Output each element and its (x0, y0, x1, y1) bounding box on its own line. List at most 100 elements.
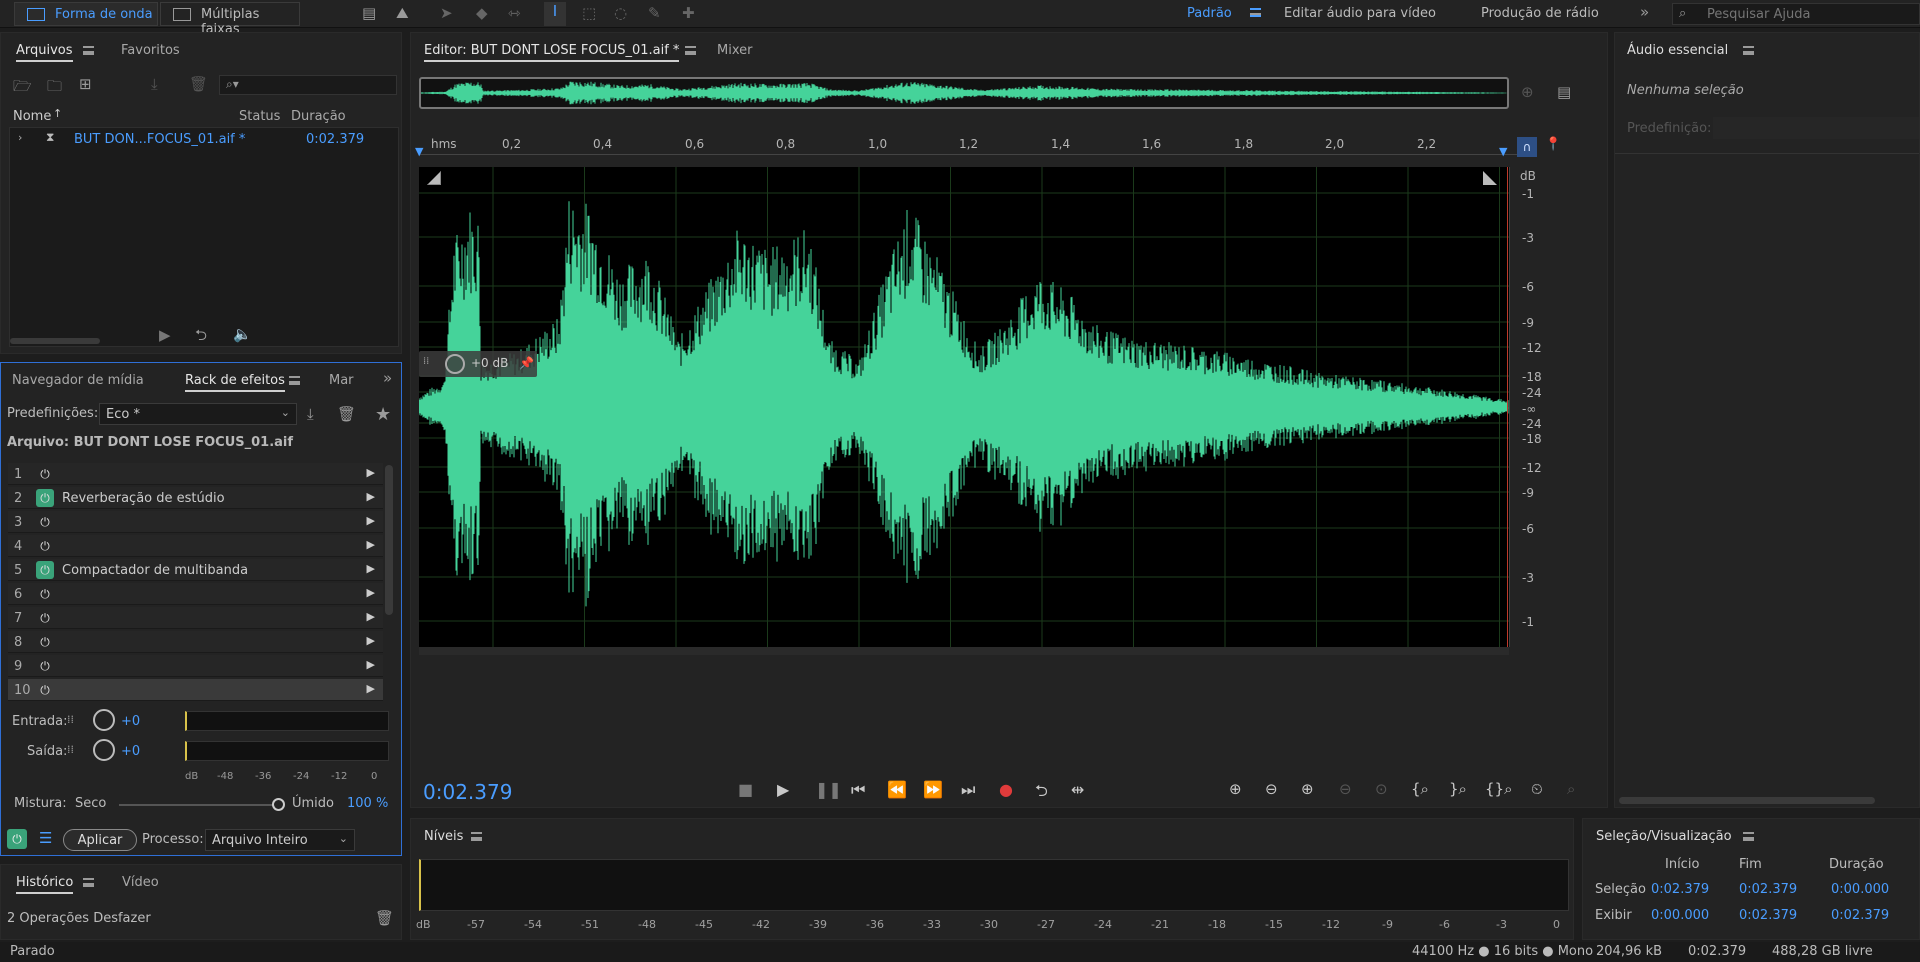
marquee-tool-icon[interactable]: ⬚ (582, 4, 596, 22)
waveform-hscroll[interactable] (419, 647, 1509, 655)
effect-slot[interactable]: 9 ⏻ ▶ (8, 655, 383, 677)
zoom-in-time-icon[interactable]: ⊕ (1301, 780, 1314, 798)
skip-selection-icon[interactable]: ⇹ (1071, 780, 1084, 799)
playhead-start-marker-icon[interactable]: ▼ (415, 145, 423, 158)
tab-effects-rack[interactable]: Rack de efeitos (185, 373, 285, 392)
effect-slot[interactable]: 4 ⏻ ▶ (8, 535, 383, 557)
delete-file-icon[interactable]: 🗑 (189, 75, 208, 93)
zoom-history-icon[interactable]: ⏲ (1531, 780, 1543, 798)
zoom-reset-icon[interactable]: ⌕ (1567, 780, 1575, 798)
power-icon[interactable]: ⏻ (36, 465, 54, 483)
open-file-icon[interactable]: 🗁 (13, 76, 32, 101)
input-knob[interactable] (93, 709, 115, 731)
zoom-overview-icon[interactable]: ⊕ (1521, 83, 1534, 101)
save-preset-icon[interactable]: ⤓ (307, 405, 314, 423)
power-icon[interactable]: ⏻ (36, 585, 54, 603)
workspace-radio[interactable]: Produção de rádio (1481, 6, 1599, 21)
favorite-star-icon[interactable]: ★ (375, 404, 391, 425)
zoom-full-icon[interactable]: ⊙ (1375, 780, 1388, 798)
zoom-to-selection-icon[interactable]: {}⌕ (1485, 780, 1513, 798)
spot-healing-tool-icon[interactable]: ✚ (682, 4, 695, 22)
brush-tool-icon[interactable]: ✎ (648, 4, 661, 22)
effect-slot[interactable]: 6 ⏻ ▶ (8, 583, 383, 605)
play-icon[interactable]: ▶ (777, 780, 789, 799)
spectral-view-icon[interactable]: ▤ (362, 4, 376, 22)
lasso-tool-icon[interactable]: ◌ (614, 4, 627, 22)
time-ruler[interactable]: hms 0,2 0,4 0,6 0,8 1,0 1,2 1,4 1,6 1,8 … (415, 133, 1517, 158)
rack-list-icon[interactable]: ☰ (39, 829, 52, 847)
effect-slot[interactable]: 1 ⏻ ▶ (8, 463, 383, 485)
time-selection-tool-icon[interactable]: I (544, 2, 566, 26)
preview-loop-icon[interactable]: ⮌ (195, 325, 207, 350)
selection-start[interactable]: 0:02.379 (1651, 882, 1709, 897)
tab-favorites[interactable]: Favoritos (121, 43, 180, 58)
slot-menu-arrow-icon[interactable]: ▶ (367, 658, 375, 671)
help-search-input[interactable] (1707, 5, 1907, 23)
essential-menu-icon[interactable] (1735, 43, 1754, 58)
power-icon[interactable]: ⏻ (36, 513, 54, 531)
more-tabs-icon[interactable]: » (383, 369, 392, 387)
razor-tool-icon[interactable]: ◆ (476, 4, 488, 22)
slot-menu-arrow-icon[interactable]: ▶ (367, 634, 375, 647)
hud-knob[interactable] (445, 354, 465, 374)
waveform-overview[interactable] (419, 77, 1509, 109)
view-end[interactable]: 0:02.379 (1739, 908, 1797, 923)
skip-end-icon[interactable]: ⏭ (961, 780, 975, 800)
skip-start-icon[interactable]: ⏮ (851, 780, 865, 800)
slot-menu-arrow-icon[interactable]: ▶ (367, 682, 375, 695)
effect-slot[interactable]: 10 ⏻ ▶ (8, 679, 383, 701)
power-icon[interactable]: ⏻ (36, 489, 54, 507)
slot-menu-arrow-icon[interactable]: ▶ (367, 586, 375, 599)
power-icon[interactable]: ⏻ (36, 633, 54, 651)
editor-menu-icon[interactable] (677, 43, 696, 58)
import-file-icon[interactable]: 🗀 (47, 76, 62, 101)
power-icon[interactable]: ⏻ (36, 657, 54, 675)
wet-value[interactable]: 100 % (347, 796, 388, 811)
fast-forward-icon[interactable]: ⏩ (923, 780, 943, 799)
essential-preset-field[interactable] (1713, 117, 1919, 139)
insert-icon[interactable]: ⤓ (151, 75, 158, 93)
loop-icon[interactable]: ⮌ (1035, 780, 1048, 807)
new-file-icon[interactable]: ⊞ (79, 75, 92, 93)
expand-chevron-icon[interactable]: › (18, 131, 22, 144)
output-knob[interactable] (93, 739, 115, 761)
apply-button[interactable]: Aplicar (63, 829, 137, 851)
tab-mixer[interactable]: Mixer (717, 43, 752, 58)
move-tool-icon[interactable]: ➤ (440, 4, 453, 22)
tab-media-browser[interactable]: Navegador de mídia (12, 373, 144, 388)
output-value[interactable]: +0 (121, 744, 140, 759)
pitch-view-icon[interactable]: ⛰ (396, 4, 409, 22)
slip-tool-icon[interactable]: ⇿ (508, 4, 521, 22)
file-list-scrollbar[interactable] (10, 338, 100, 344)
view-duration[interactable]: 0:02.379 (1831, 908, 1889, 923)
effect-slot[interactable]: 8 ⏻ ▶ (8, 631, 383, 653)
record-icon[interactable]: ● (999, 780, 1013, 799)
tab-video[interactable]: Vídeo (122, 875, 159, 890)
hud-pin-icon[interactable]: 📌 (519, 356, 534, 370)
power-icon[interactable]: ⏻ (36, 681, 54, 699)
file-row[interactable]: › ⧗ BUT DON...FOCUS_01.aif * 0:02.379 (10, 128, 398, 150)
hud-gain-value[interactable]: +0 dB (471, 356, 508, 370)
slot-menu-arrow-icon[interactable]: ▶ (367, 490, 375, 503)
more-workspaces-icon[interactable]: » (1640, 3, 1649, 21)
delete-history-icon[interactable]: 🗑 (375, 909, 394, 927)
col-status[interactable]: Status (239, 109, 280, 124)
rack-menu-icon[interactable] (281, 373, 300, 388)
essential-hscroll[interactable] (1619, 797, 1875, 804)
preview-autoplay-icon[interactable]: 🔈 (233, 325, 252, 343)
slot-menu-arrow-icon[interactable]: ▶ (367, 514, 375, 527)
mix-slider-handle[interactable] (272, 798, 285, 811)
files-filter[interactable]: ⌕▾ (219, 75, 397, 95)
input-value[interactable]: +0 (121, 714, 140, 729)
col-duration[interactable]: Duração (291, 109, 346, 124)
power-icon[interactable]: ⏻ (36, 561, 54, 579)
effect-slot[interactable]: 3 ⏻ ▶ (8, 511, 383, 533)
preset-select[interactable]: Eco * ⌄ (99, 403, 297, 425)
zoom-out-full-icon[interactable]: }⌕ (1449, 780, 1467, 798)
tab-editor[interactable]: Editor: BUT DONT LOSE FOCUS_01.aif * (424, 43, 680, 62)
tab-files[interactable]: Arquivos (16, 43, 73, 62)
slot-menu-arrow-icon[interactable]: ▶ (367, 538, 375, 551)
delete-preset-icon[interactable]: 🗑 (337, 405, 356, 423)
power-icon[interactable]: ⏻ (36, 609, 54, 627)
rack-power-icon[interactable]: ⏻ (7, 829, 27, 849)
